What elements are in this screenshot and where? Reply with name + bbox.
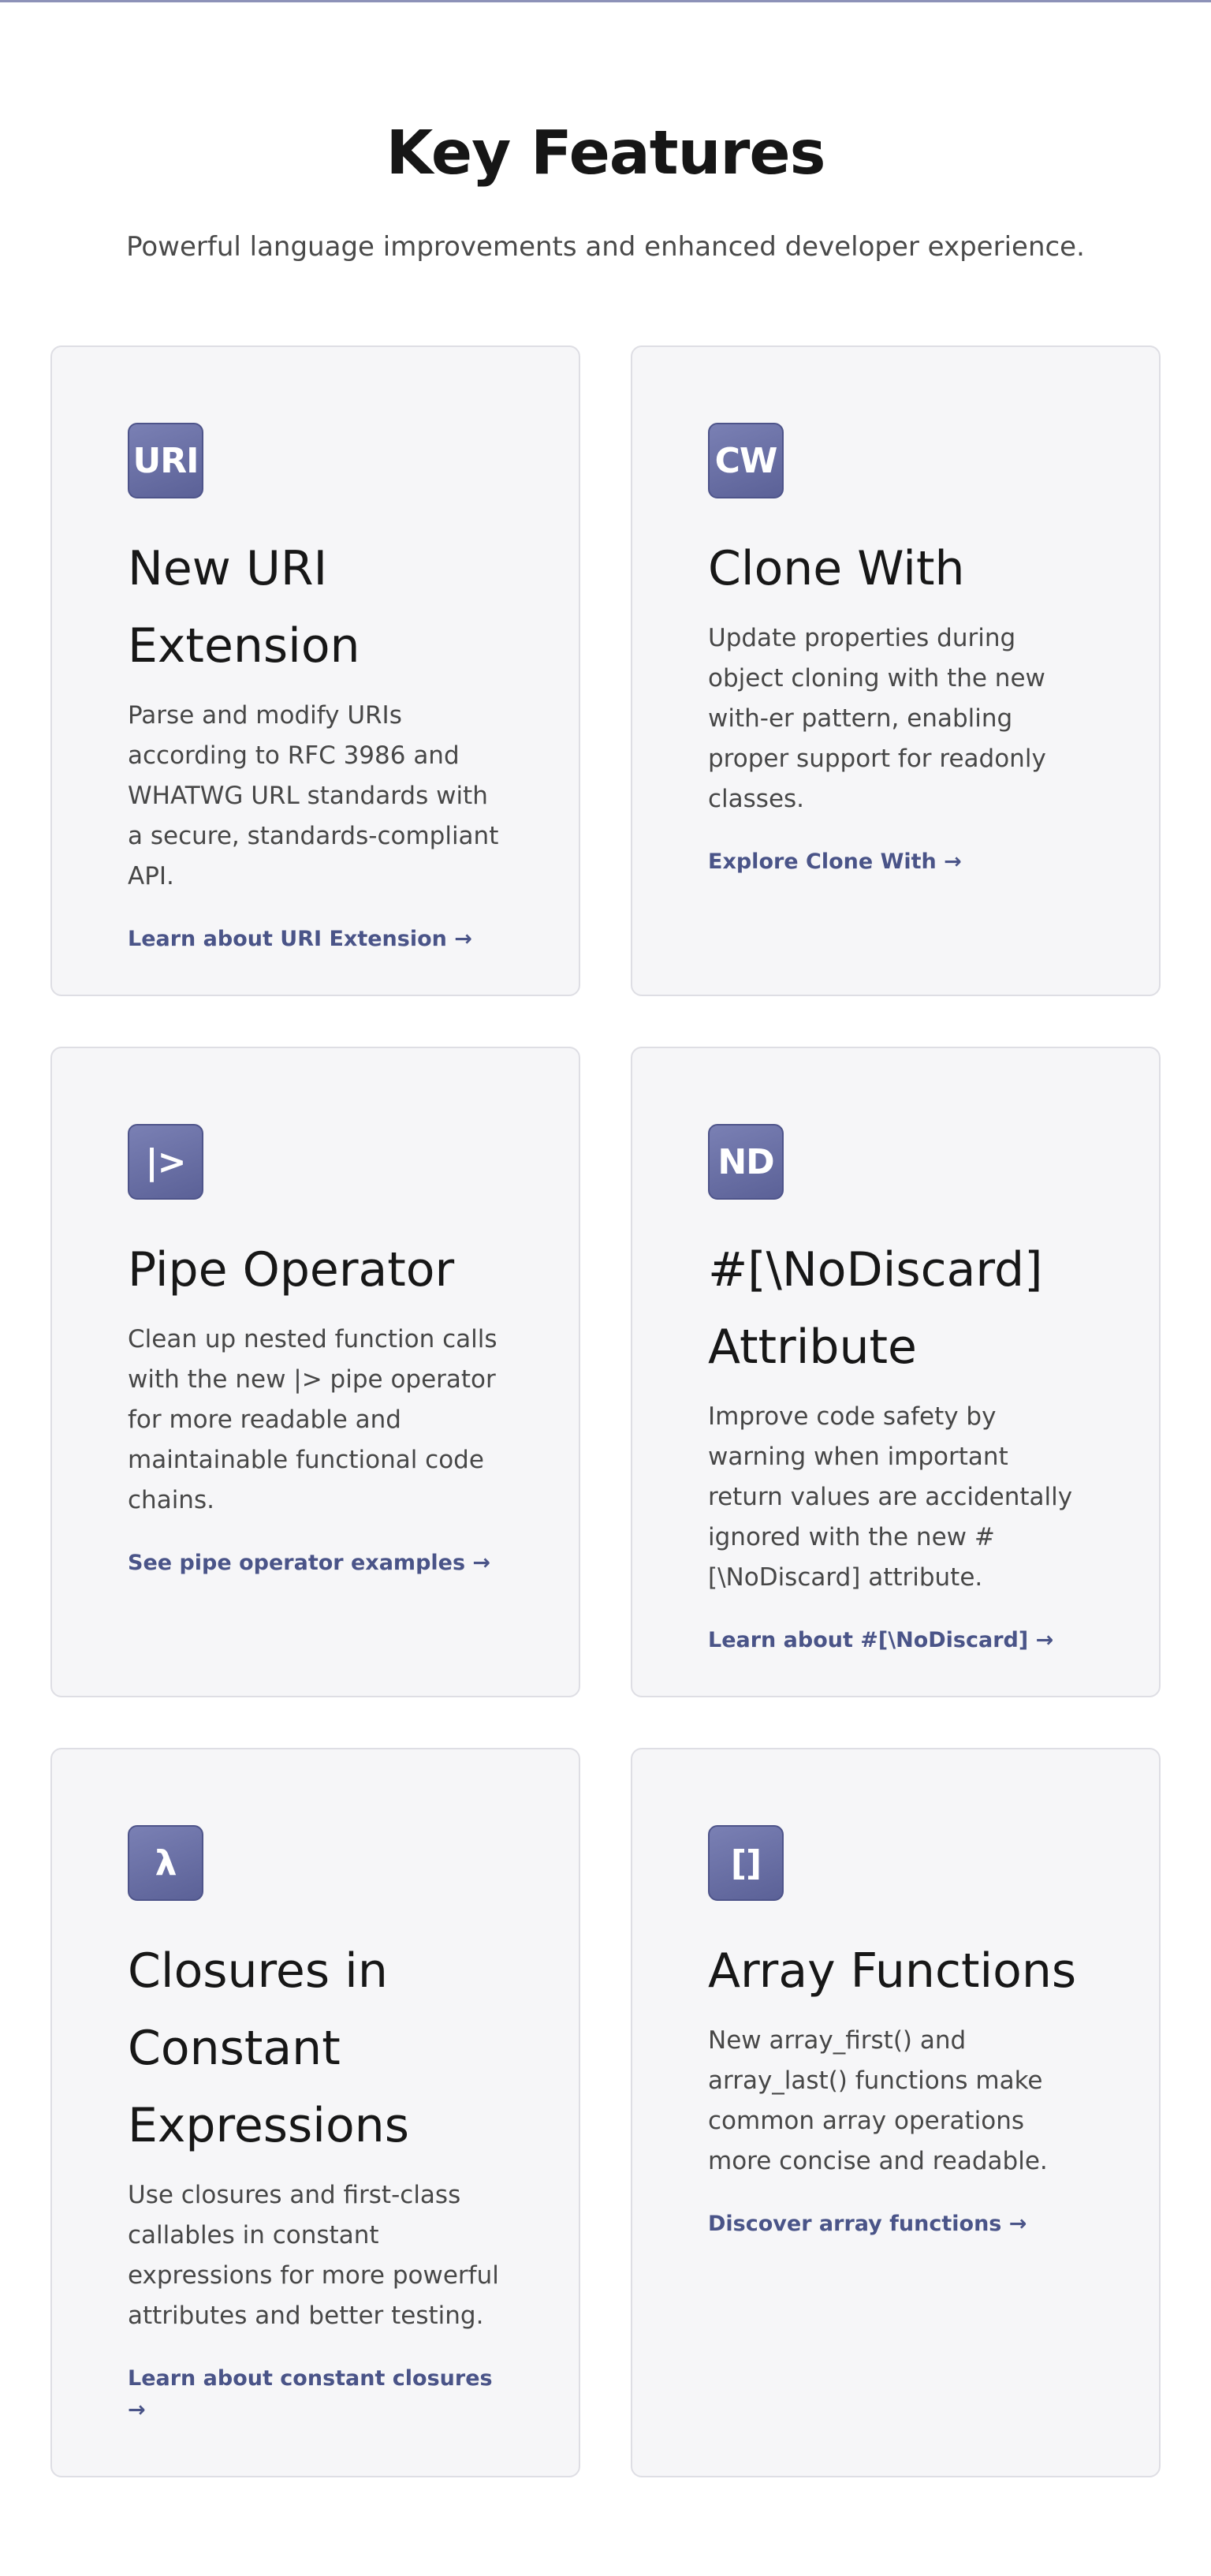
array-brackets-icon: [] bbox=[708, 1825, 784, 1901]
learn-constant-closures-link[interactable]: Learn about constant closures → bbox=[128, 2363, 503, 2426]
feature-title: New URI Extension bbox=[128, 541, 360, 674]
learn-uri-extension-link[interactable]: Learn about URI Extension → bbox=[128, 924, 472, 955]
top-divider bbox=[0, 0, 1211, 2]
clone-with-icon: CW bbox=[708, 423, 784, 498]
section-title: Key Features bbox=[386, 118, 826, 189]
pipe-operator-icon: |> bbox=[128, 1124, 203, 1200]
feature-description: Improve code safety by warning when impo… bbox=[708, 1402, 1073, 1592]
nodiscard-icon: ND bbox=[708, 1124, 784, 1200]
feature-title: Array Functions bbox=[708, 1943, 1077, 1999]
pipe-operator-examples-link[interactable]: See pipe operator examples → bbox=[128, 1547, 490, 1579]
section-subtitle: Powerful language improvements and enhan… bbox=[126, 231, 1085, 263]
feature-description: Update properties during object cloning … bbox=[708, 624, 1046, 813]
feature-card-pipe-operator: |> Pipe Operator Clean up nested functio… bbox=[50, 1047, 580, 1697]
feature-title: Closures in Constant Expressions bbox=[128, 1943, 409, 2153]
discover-array-functions-link[interactable]: Discover array functions → bbox=[708, 2208, 1027, 2240]
feature-title: #[\NoDiscard] Attribute bbox=[708, 1242, 1043, 1375]
feature-title: Pipe Operator bbox=[128, 1242, 455, 1297]
feature-card-array-functions: [] Array Functions New array_first() and… bbox=[631, 1748, 1161, 2477]
learn-nodiscard-link[interactable]: Learn about #[\NoDiscard] → bbox=[708, 1625, 1053, 1656]
explore-clone-with-link[interactable]: Explore Clone With → bbox=[708, 846, 962, 878]
feature-description: New array_first() and array_last() funct… bbox=[708, 2026, 1048, 2175]
feature-title: Clone With bbox=[708, 541, 965, 596]
feature-description: Clean up nested function calls with the … bbox=[128, 1325, 497, 1514]
feature-description: Use closures and first-class callables i… bbox=[128, 2181, 499, 2330]
feature-card-nodiscard: ND #[\NoDiscard] Attribute Improve code … bbox=[631, 1047, 1161, 1697]
feature-card-clone-with: CW Clone With Update properties during o… bbox=[631, 345, 1161, 996]
uri-icon: URI bbox=[128, 423, 203, 498]
feature-card-uri-extension: URI New URI Extension Parse and modify U… bbox=[50, 345, 580, 996]
feature-card-constant-closures: λ Closures in Constant Expressions Use c… bbox=[50, 1748, 580, 2477]
feature-description: Parse and modify URIs according to RFC 3… bbox=[128, 701, 499, 890]
features-grid: URI New URI Extension Parse and modify U… bbox=[50, 345, 1161, 2477]
lambda-icon: λ bbox=[128, 1825, 203, 1901]
